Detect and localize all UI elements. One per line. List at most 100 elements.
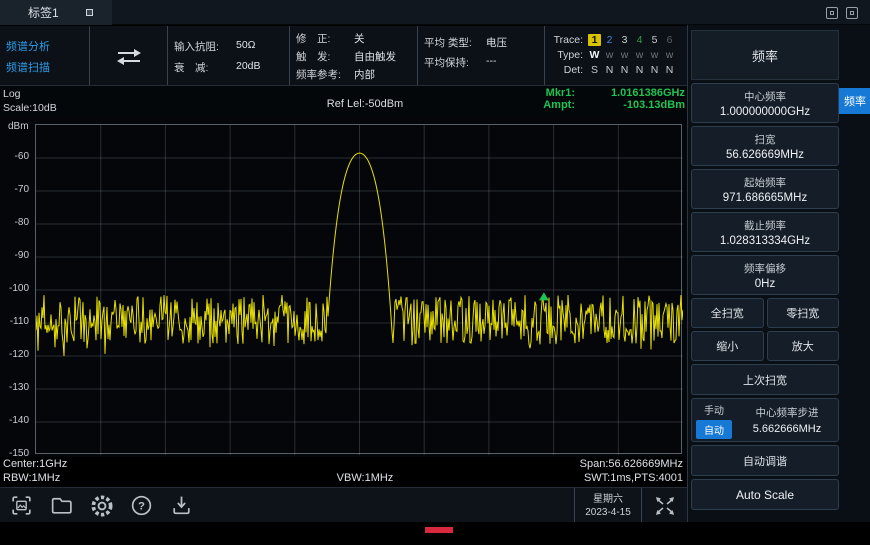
center-freq-step-button[interactable]: 手动 自动 中心频率步进 5.662666MHz	[691, 398, 839, 442]
trace-2-num[interactable]: 2	[602, 34, 617, 46]
save-button[interactable]	[168, 492, 195, 519]
trace-6-num[interactable]: 6	[662, 34, 677, 46]
zero-span-button[interactable]: 零扫宽	[767, 298, 840, 328]
trace-4-det: N	[632, 64, 647, 76]
avg-hold-label: 平均保持:	[424, 55, 486, 70]
settings-button[interactable]	[88, 492, 115, 519]
avg-hold-value: ---	[486, 55, 497, 70]
y-tick-label: -60	[0, 151, 29, 162]
trace-4-num[interactable]: 4	[632, 34, 647, 46]
auto-tune-button[interactable]: 自动调谐	[691, 445, 839, 476]
mkr-label: Mkr1:	[546, 87, 575, 99]
y-tick-label: -110	[0, 316, 29, 327]
mode-section: 频谱分析 频谱扫描	[0, 26, 90, 85]
trace-det-row: Det: S N N N N N	[547, 63, 685, 76]
freq-ref-label: 频率参考:	[296, 67, 354, 82]
span-label: 扫宽	[755, 132, 776, 147]
full-span-button[interactable]: 全扫宽	[691, 298, 764, 328]
trace-table: Trace: 1 2 3 4 5 6 Type: W w w w w w Det…	[545, 26, 687, 85]
auto-toggle[interactable]: 自动	[696, 420, 732, 439]
last-span-button[interactable]: 上次扫宽	[691, 364, 839, 395]
stop-frequency-label: 截止频率	[744, 218, 786, 233]
avg-type-label: 平均 类型:	[424, 35, 486, 50]
fullscreen-arrows-icon	[652, 495, 678, 517]
type-row-label: Type:	[547, 49, 587, 61]
help-button[interactable]: ?	[128, 492, 155, 519]
screenshot-icon	[9, 493, 34, 518]
span-readout: Span:56.626669MHz	[580, 458, 683, 470]
auto-scale-button[interactable]: Auto Scale	[691, 479, 839, 510]
trace-1-det: S	[587, 64, 602, 76]
frequency-side-tab[interactable]: 频率	[839, 88, 870, 114]
frequency-menu-panel: 频率 中心频率 1.000000000GHz 扫宽 56.626669MHz 起…	[687, 25, 870, 522]
step-value: 5.662666MHz	[753, 423, 822, 435]
trace-2-det: N	[602, 64, 617, 76]
stop-frequency-button[interactable]: 截止频率 1.028313334GHz	[691, 212, 839, 252]
footer-toolbar: ? 星期六 2023-4-15	[0, 487, 687, 522]
trace-type-row: Type: W w w w w w	[547, 48, 685, 61]
impedance-label: 输入抗阻:	[174, 39, 236, 54]
window-control-icon-2[interactable]	[846, 7, 858, 19]
tab-indicator-icon[interactable]	[86, 9, 93, 16]
zoom-in-button[interactable]: 放大	[767, 331, 840, 361]
date-display[interactable]: 星期六 2023-4-15	[574, 488, 642, 523]
folder-icon	[49, 493, 74, 518]
y-tick-label: -90	[0, 250, 29, 261]
center-frequency-label: 中心频率	[744, 89, 786, 104]
start-frequency-button[interactable]: 起始频率 971.686665MHz	[691, 169, 839, 209]
frequency-offset-label: 频率偏移	[744, 261, 786, 276]
correction-label: 修 正:	[296, 31, 354, 46]
start-frequency-label: 起始频率	[744, 175, 786, 190]
center-frequency-value: 1.000000000GHz	[720, 106, 810, 118]
marker-readout: Mkr1:1.0161386GHz Ampt:-103.13dBm	[543, 87, 685, 111]
center-freq-readout: Center:1GHz	[3, 458, 67, 470]
status-bar: Center:1GHz Span:56.626669MHz RBW:1MHz V…	[0, 457, 687, 487]
y-tick-label: -130	[0, 382, 29, 393]
trace-1-num[interactable]: 1	[588, 34, 601, 46]
avg-type-value: 电压	[486, 35, 507, 50]
bottom-strip	[0, 522, 870, 545]
y-tick-label: -120	[0, 349, 29, 360]
trace-3-num[interactable]: 3	[617, 34, 632, 46]
tab-label1[interactable]: 标签1	[0, 0, 112, 25]
trace-1-type: W	[587, 49, 602, 61]
download-icon	[169, 493, 194, 518]
video-progress-marker	[425, 527, 453, 533]
spectrum-plot[interactable]	[35, 124, 682, 454]
trigger-label: 触 发:	[296, 49, 354, 64]
title-bar: 标签1	[0, 0, 870, 25]
mode-spectrum-sweep[interactable]: 频谱扫描	[6, 59, 84, 75]
trigger-section: 修 正:关 触 发:自由触发 频率参考:内部	[290, 26, 418, 85]
trace-6-det: N	[662, 64, 677, 76]
y-tick-label: -100	[0, 283, 29, 294]
ampt-value: -103.13dBm	[585, 99, 685, 111]
y-tick-label: -70	[0, 184, 29, 195]
attenuation-label: 衰 减:	[174, 60, 236, 75]
window-control-icon-1[interactable]	[826, 7, 838, 19]
span-button[interactable]: 扫宽 56.626669MHz	[691, 126, 839, 166]
freq-ref-value: 内部	[354, 67, 375, 82]
trace-3-det: N	[617, 64, 632, 76]
frequency-offset-button[interactable]: 频率偏移 0Hz	[691, 255, 839, 295]
trace-row-label: Trace:	[547, 34, 587, 46]
files-button[interactable]	[48, 492, 75, 519]
date-weekday: 星期六	[593, 493, 623, 506]
trace-5-det: N	[647, 64, 662, 76]
span-value: 56.626669MHz	[726, 149, 804, 161]
zoom-out-button[interactable]: 缩小	[691, 331, 764, 361]
trace-5-num[interactable]: 5	[647, 34, 662, 46]
center-frequency-button[interactable]: 中心频率 1.000000000GHz	[691, 83, 839, 123]
trace-4-type: w	[632, 49, 647, 61]
date-value: 2023-4-15	[585, 506, 631, 519]
top-toolbar: 频谱分析 频谱扫描 输入抗阻:50Ω 衰 减:20dB 修 正:关 触 发:自由…	[0, 26, 687, 85]
sweep-loop-section[interactable]	[90, 26, 168, 85]
trigger-value: 自由触发	[354, 49, 396, 64]
tab-title: 标签1	[28, 4, 59, 21]
display-header: Log Scale:10dB Ref Lel:-50dBm Mkr1:1.016…	[0, 85, 687, 115]
screenshot-button[interactable]	[8, 492, 35, 519]
marker-1-icon[interactable]	[539, 292, 549, 300]
average-section: 平均 类型:电压 平均保持:---	[418, 26, 545, 85]
spectrum-analyzer-app: 标签1 频谱分析 频谱扫描 输入抗阻:50Ω 衰 减:20dB 修 正:关 触 …	[0, 0, 870, 545]
fullscreen-button[interactable]	[642, 488, 687, 523]
mode-spectrum-analysis[interactable]: 频谱分析	[6, 38, 84, 54]
